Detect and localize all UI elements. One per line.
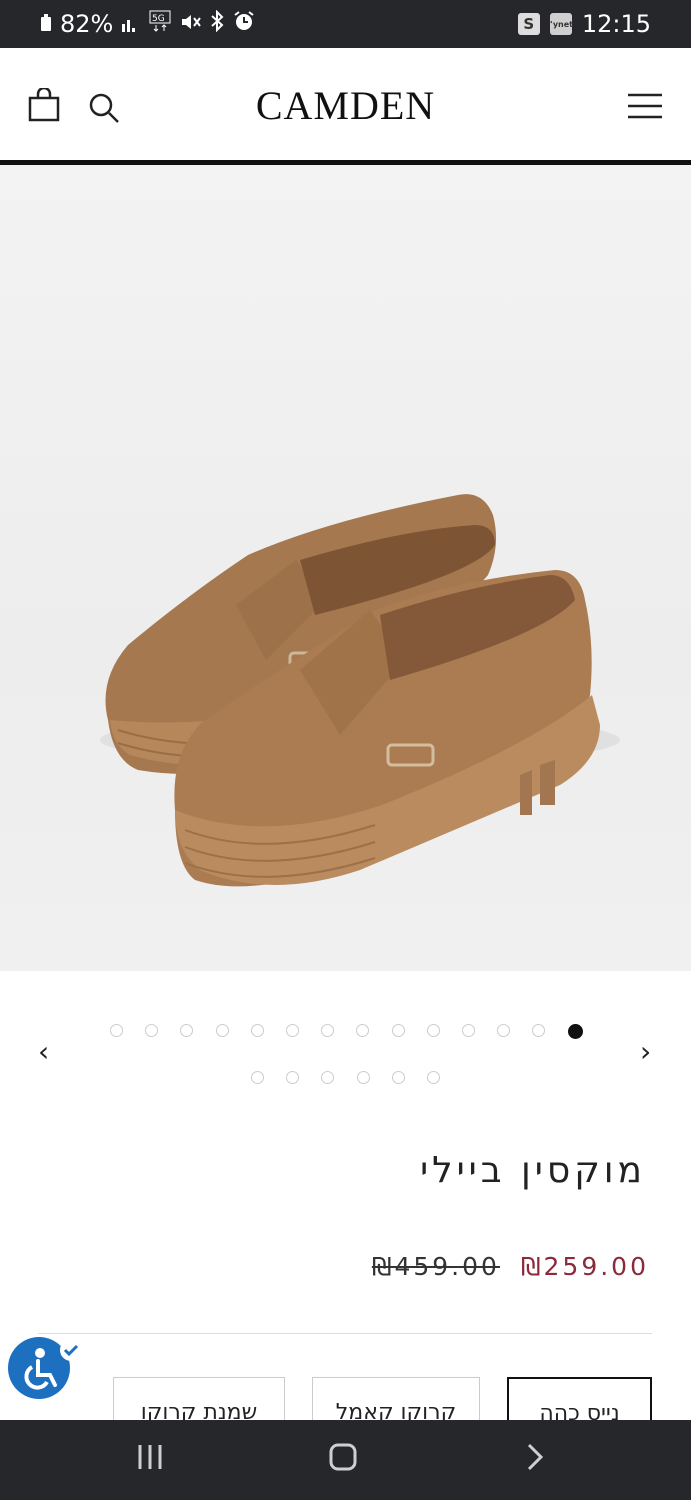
sale-price: ₪259.00 — [520, 1252, 649, 1281]
original-price: ₪459.00 — [371, 1252, 500, 1281]
carousel-dot[interactable] — [497, 1024, 511, 1037]
carousel-dot[interactable] — [180, 1024, 194, 1037]
battery-icon — [40, 10, 52, 38]
battery-percent: 82% — [60, 10, 114, 38]
carousel-dot[interactable] — [145, 1024, 159, 1037]
carousel-dot[interactable] — [356, 1071, 370, 1084]
carousel-dot[interactable] — [286, 1071, 300, 1084]
carousel-dot[interactable] — [250, 1024, 264, 1037]
back-button[interactable] — [524, 1442, 546, 1476]
carousel-dot[interactable] — [391, 1071, 405, 1084]
divider — [38, 1333, 652, 1334]
recent-apps-button[interactable] — [136, 1442, 164, 1476]
carousel-dot[interactable] — [110, 1024, 123, 1037]
carousel-dot-active[interactable] — [567, 1024, 583, 1039]
carousel-dot[interactable] — [356, 1024, 370, 1037]
price-block: ₪459.00 ₪259.00 — [372, 1252, 649, 1281]
carousel-dot[interactable] — [251, 1071, 264, 1084]
bluetooth-icon — [209, 9, 225, 38]
status-left: 82% 5G — [40, 9, 255, 38]
carousel-dot[interactable] — [427, 1071, 440, 1084]
mute-icon — [179, 10, 202, 38]
carousel-next-button[interactable]: › — [640, 1038, 651, 1066]
status-right: S "ynet 12:15 — [517, 10, 651, 38]
clock: 12:15 — [581, 10, 651, 38]
carousel-dot[interactable] — [426, 1024, 440, 1037]
carousel-dot[interactable] — [532, 1024, 546, 1037]
brand-logo[interactable]: CAMDEN — [0, 82, 691, 129]
product-title: מוקסין ביילי — [420, 1150, 646, 1191]
site-header: CAMDEN — [0, 48, 691, 165]
carousel-prev-button[interactable]: ‹ — [38, 1038, 49, 1066]
alarm-icon — [233, 10, 255, 38]
status-badge-ynet: "ynet — [549, 13, 573, 35]
5g-icon: 5G — [149, 10, 171, 38]
carousel-dot[interactable] — [391, 1024, 405, 1037]
product-image[interactable] — [0, 165, 691, 971]
carousel-dot[interactable] — [286, 1024, 299, 1037]
carousel-dot[interactable] — [462, 1024, 475, 1037]
status-bar: 82% 5G S "ynet 12:15 — [0, 0, 691, 48]
signal-icon — [121, 10, 141, 38]
svg-text:5G: 5G — [152, 14, 165, 24]
check-icon — [60, 1339, 82, 1361]
carousel-dot[interactable] — [321, 1071, 335, 1084]
status-badge-s: S — [517, 13, 540, 35]
android-nav-bar — [0, 1420, 691, 1500]
carousel-dot[interactable] — [215, 1024, 229, 1037]
home-button[interactable] — [328, 1442, 358, 1476]
accessibility-button[interactable] — [8, 1337, 82, 1399]
carousel-dot[interactable] — [321, 1024, 335, 1037]
hamburger-menu-icon[interactable] — [627, 92, 663, 124]
